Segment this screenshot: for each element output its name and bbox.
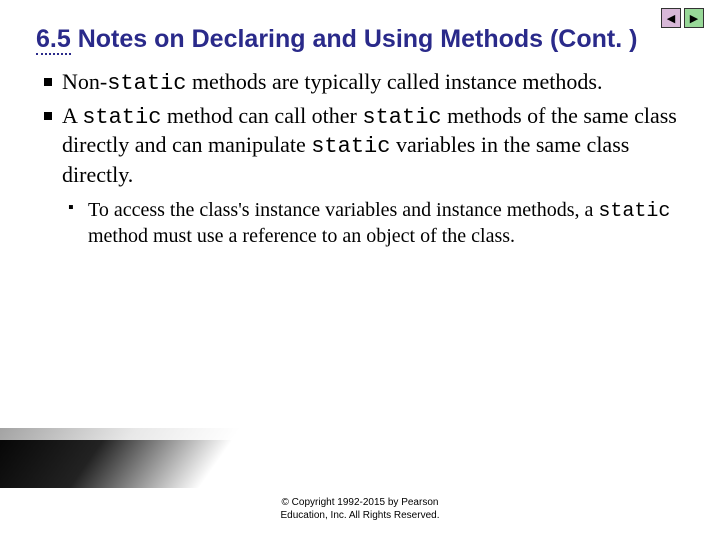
title-number: 6.5: [36, 25, 71, 55]
next-arrow-icon[interactable]: ▶: [684, 8, 704, 28]
code-text: static: [362, 105, 441, 130]
bullet-item: Non-static methods are typically called …: [62, 68, 684, 98]
prev-arrow-icon[interactable]: ◀: [661, 8, 681, 28]
text: methods are typically called instance me…: [186, 69, 602, 94]
text: A: [62, 103, 82, 128]
text: method can call other: [161, 103, 362, 128]
nav-buttons: ◀ ▶: [661, 8, 704, 28]
title-text: Notes on Declaring and Using Methods (Co…: [78, 25, 638, 53]
text: Non-: [62, 69, 107, 94]
copyright-line: Education, Inc. All Rights Reserved.: [0, 510, 720, 523]
code-text: static: [311, 134, 390, 159]
decorative-wedge: [0, 428, 241, 488]
text: To access the class's instance variables…: [88, 199, 598, 221]
copyright-line: © Copyright 1992-2015 by Pearson: [0, 497, 720, 510]
sub-bullet-item: To access the class's instance variables…: [62, 198, 684, 249]
code-text: static: [598, 200, 670, 223]
bullet-list: Non-static methods are typically called …: [36, 68, 684, 249]
bullet-item: A static method can call other static me…: [62, 102, 684, 189]
slide-content: 6.5 Notes on Declaring and Using Methods…: [0, 0, 720, 249]
code-text: static: [82, 105, 161, 130]
slide-title: 6.5 Notes on Declaring and Using Methods…: [36, 24, 684, 54]
copyright-footer: © Copyright 1992-2015 by Pearson Educati…: [0, 497, 720, 522]
code-text: static: [107, 71, 186, 96]
text: method must use a reference to an object…: [88, 225, 515, 247]
